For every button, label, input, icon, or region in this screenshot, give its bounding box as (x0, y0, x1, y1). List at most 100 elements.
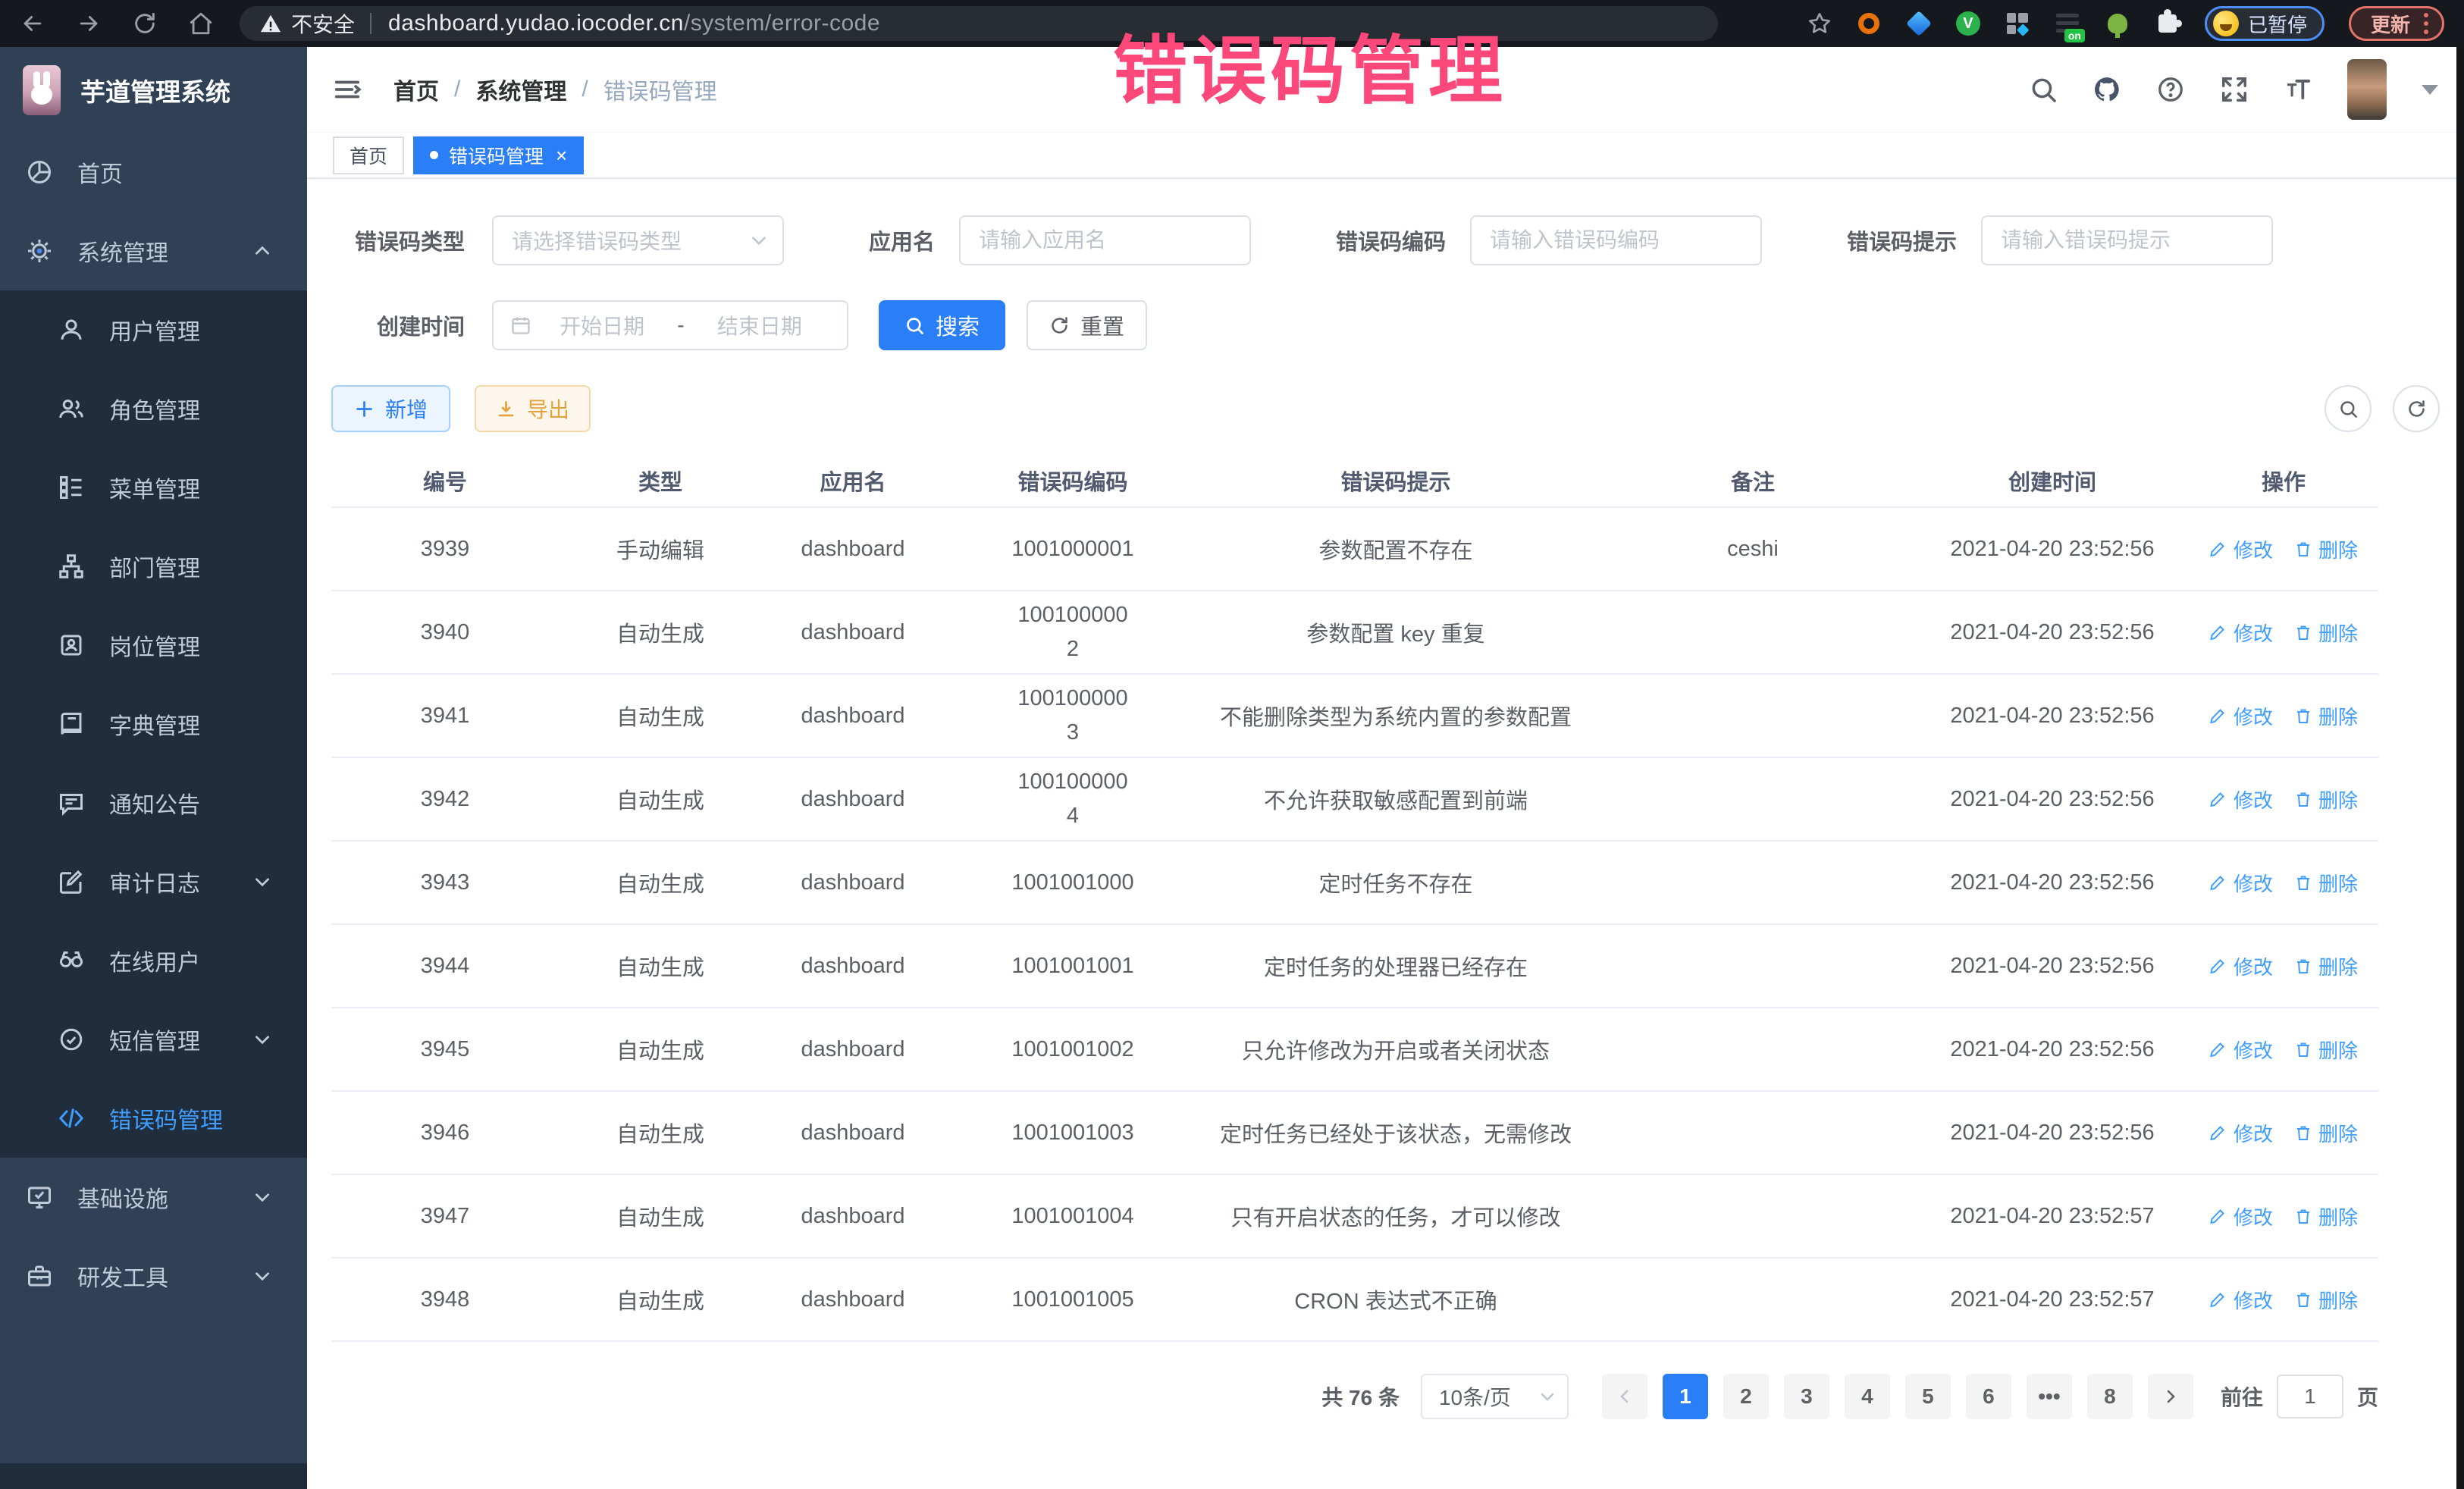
sidebar-item-infrastructure[interactable]: 基础设施 (0, 1158, 307, 1237)
edit-link[interactable]: 修改 (2209, 1119, 2273, 1147)
page-size-select[interactable]: 10条/页 (1421, 1374, 1569, 1419)
sidebar-collapse-bar[interactable] (0, 1463, 307, 1489)
delete-link[interactable]: 删除 (2294, 869, 2358, 897)
home-icon[interactable] (188, 11, 214, 36)
add-button[interactable]: 新增 (331, 385, 450, 432)
page-button-1[interactable]: 1 (1663, 1374, 1708, 1419)
sidebar-item-audit-logs[interactable]: 审计日志 (0, 842, 307, 921)
refresh-table-button[interactable] (2393, 385, 2440, 432)
show-search-button[interactable] (2324, 385, 2372, 432)
sidebar-item-announcements[interactable]: 通知公告 (0, 763, 307, 842)
edit-link[interactable]: 修改 (2209, 619, 2273, 647)
delete-link[interactable]: 删除 (2294, 1286, 2358, 1314)
browser-scrollbar[interactable] (2456, 47, 2464, 1489)
extension-v-icon[interactable]: V (1956, 11, 1980, 36)
edit-link[interactable]: 修改 (2209, 785, 2273, 813)
sidebar-item-system[interactable]: 系统管理 (0, 212, 307, 290)
fullscreen-icon[interactable] (2220, 75, 2249, 104)
page-button-4[interactable]: 4 (1845, 1374, 1890, 1419)
next-page-button[interactable] (2148, 1374, 2193, 1419)
sidebar-item-online-users[interactable]: 在线用户 (0, 921, 307, 1000)
sidebar-item-users[interactable]: 用户管理 (0, 290, 307, 369)
page-button-2[interactable]: 2 (1723, 1374, 1769, 1419)
edit-link[interactable]: 修改 (2209, 702, 2273, 730)
extension-grid-icon[interactable] (2005, 11, 2030, 36)
extension-list-icon[interactable]: on (2055, 11, 2080, 36)
font-size-icon[interactable] (2284, 75, 2312, 104)
bookmark-star-icon[interactable] (1807, 11, 1832, 36)
sidebar-item-dev-tools[interactable]: 研发工具 (0, 1237, 307, 1315)
edit-link[interactable]: 修改 (2209, 952, 2273, 980)
delete-link[interactable]: 删除 (2294, 535, 2358, 563)
sidebar-item-home[interactable]: 首页 (0, 133, 307, 212)
edit-link[interactable]: 修改 (2209, 1202, 2273, 1230)
delete-link[interactable]: 删除 (2294, 619, 2358, 647)
profile-paused-pill[interactable]: 已暂停 (2205, 6, 2324, 41)
tab-home[interactable]: 首页 (333, 136, 404, 174)
tab-error-codes[interactable]: 错误码管理× (413, 136, 584, 174)
url-text[interactable]: dashboard.yudao.iocoder.cn/system/error-… (388, 11, 880, 36)
sidebar-item-posts[interactable]: 岗位管理 (0, 606, 307, 685)
app-name-input[interactable] (959, 215, 1251, 265)
caret-down-icon[interactable] (2422, 85, 2438, 95)
sidebar-item-label: 短信管理 (109, 1023, 200, 1056)
search-icon[interactable] (2029, 75, 2058, 104)
github-icon[interactable] (2093, 75, 2121, 104)
main-panel: 首页 / 系统管理 / 错误码管理 首页 错误码管 (307, 47, 2464, 1489)
menu-kebab-icon[interactable] (2424, 13, 2428, 34)
goto-page-input[interactable] (2277, 1375, 2343, 1418)
back-icon[interactable] (20, 11, 45, 36)
breadcrumb-system[interactable]: 系统管理 (475, 73, 566, 106)
prev-page-button[interactable] (1602, 1374, 1647, 1419)
page-button-6[interactable]: 6 (1966, 1374, 2011, 1419)
security-label[interactable]: 不安全 (291, 8, 355, 39)
reload-icon[interactable] (132, 11, 158, 36)
delete-link[interactable]: 删除 (2294, 1036, 2358, 1064)
close-icon[interactable]: × (556, 146, 567, 165)
delete-link[interactable]: 删除 (2294, 1202, 2358, 1230)
edit-icon (2209, 1124, 2227, 1142)
page-ellipsis[interactable]: ••• (2027, 1374, 2072, 1419)
sidebar-item-departments[interactable]: 部门管理 (0, 527, 307, 606)
start-date-placeholder[interactable]: 开始日期 (531, 310, 672, 340)
update-label: 更新 (2371, 10, 2410, 38)
breadcrumb-home[interactable]: 首页 (393, 73, 439, 106)
delete-link[interactable]: 删除 (2294, 785, 2358, 813)
extension-gem-icon[interactable] (1906, 11, 1932, 36)
extension-orange-icon[interactable] (1856, 11, 1882, 36)
hamburger-icon[interactable] (333, 75, 362, 104)
search-button[interactable]: 搜索 (879, 300, 1005, 350)
cell-app: dashboard (762, 704, 944, 729)
error-code-input[interactable] (1470, 215, 1762, 265)
sidebar-item-roles[interactable]: 角色管理 (0, 369, 307, 448)
export-button[interactable]: 导出 (475, 385, 591, 432)
browser-actions: V on 已暂停 更新 (1807, 6, 2444, 41)
end-date-placeholder[interactable]: 结束日期 (689, 310, 830, 340)
edit-link[interactable]: 修改 (2209, 1036, 2273, 1064)
sidebar-item-sms[interactable]: 短信管理 (0, 1000, 307, 1079)
edit-link[interactable]: 修改 (2209, 869, 2273, 897)
extension-key-icon[interactable] (2105, 11, 2130, 36)
error-hint-input[interactable] (1981, 215, 2273, 265)
help-icon[interactable] (2156, 75, 2185, 104)
forward-icon[interactable] (76, 11, 102, 36)
error-type-select[interactable]: 请选择错误码类型 (492, 215, 784, 265)
sidebar-item-error-codes[interactable]: 错误码管理 (0, 1079, 307, 1158)
page-button-5[interactable]: 5 (1905, 1374, 1951, 1419)
delete-link[interactable]: 删除 (2294, 702, 2358, 730)
edit-link[interactable]: 修改 (2209, 1286, 2273, 1314)
sidebar-logo[interactable]: 芋道管理系统 (0, 47, 307, 133)
sidebar-item-dictionary[interactable]: 字典管理 (0, 685, 307, 763)
reset-button[interactable]: 重置 (1027, 300, 1147, 350)
page-button-8[interactable]: 8 (2087, 1374, 2133, 1419)
sidebar-item-menus[interactable]: 菜单管理 (0, 448, 307, 527)
edit-link[interactable]: 修改 (2209, 535, 2273, 563)
avatar[interactable] (2347, 59, 2387, 120)
url-domain: dashboard.yudao.iocoder.cn (388, 11, 684, 36)
date-range-picker[interactable]: 开始日期 - 结束日期 (492, 300, 848, 350)
page-button-3[interactable]: 3 (1784, 1374, 1829, 1419)
update-button[interactable]: 更新 (2349, 6, 2444, 41)
delete-link[interactable]: 删除 (2294, 952, 2358, 980)
delete-link[interactable]: 删除 (2294, 1119, 2358, 1147)
extensions-puzzle-icon[interactable] (2155, 11, 2180, 36)
